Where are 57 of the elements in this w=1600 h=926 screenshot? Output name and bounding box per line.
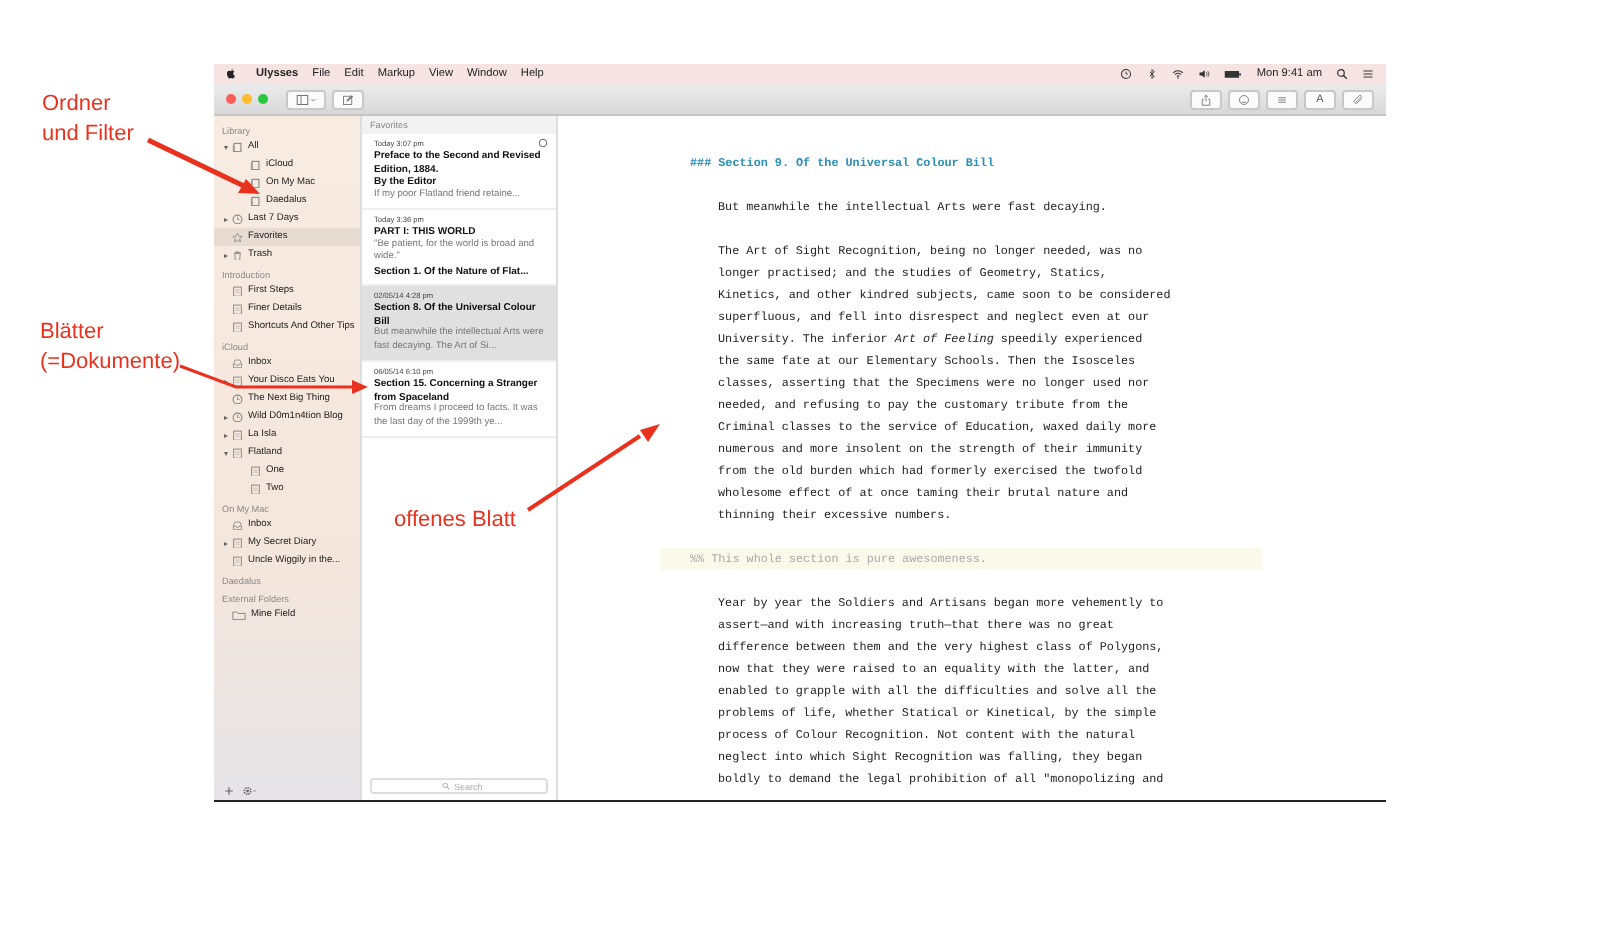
star-icon [232,231,243,243]
paperclip-icon [1352,93,1364,105]
expand-arrow-icon[interactable] [222,253,230,257]
battery-icon[interactable] [1224,68,1243,80]
search-icon [442,782,450,790]
compose-icon [342,93,354,105]
add-icon[interactable] [224,785,234,795]
document-icon [232,375,243,387]
clock-icon [232,411,243,423]
document-icon [232,303,243,315]
info-icon [1238,93,1250,105]
search-icon[interactable] [1336,68,1348,80]
document-icon [232,447,243,459]
share-icon [1200,93,1212,105]
stack-icon [250,177,261,189]
document-icon [232,429,243,441]
document-icon [232,555,243,567]
folder-icon [232,609,246,621]
document-icon [232,321,243,333]
document-icon [250,465,261,477]
trash-icon [232,249,243,261]
share-button[interactable] [1190,89,1222,109]
tray-icon [232,357,243,369]
time-machine-icon[interactable] [1120,68,1133,80]
close-button[interactable] [226,94,236,104]
document-icon [250,483,261,495]
annotation-arrow [146,137,260,194]
document-icon [232,537,243,549]
clock-icon [232,393,243,405]
expand-arrow-icon[interactable] [222,415,230,419]
list-icon [1276,93,1288,105]
annotation-arrow [526,424,660,512]
expand-arrow-icon[interactable] [222,541,230,545]
circle-icon[interactable] [538,138,548,148]
expand-arrow-icon[interactable] [222,217,230,221]
gear-icon[interactable] [242,785,258,795]
annotation-label: Blätter (=Dokumente) [40,318,181,378]
compose-button[interactable] [332,89,364,109]
sidebar-toggle-button[interactable] [286,89,326,109]
document-icon [232,285,243,297]
volume-icon[interactable] [1198,68,1211,80]
wifi-icon[interactable] [1172,68,1185,80]
stack-icon [232,141,243,153]
collapse-arrow-icon[interactable] [222,451,230,455]
clock-icon [232,213,243,225]
list-icon[interactable] [1362,68,1374,80]
stack-icon [250,159,261,171]
expand-arrow-icon[interactable] [222,433,230,437]
annotation-label: offenes Blatt [394,506,516,536]
collapse-arrow-icon[interactable] [222,145,230,149]
apple-logo-icon[interactable] [226,68,236,80]
annotation-label: Ordner und Filter [42,90,134,150]
tray-icon [232,519,243,531]
sidebar-icon [295,93,317,105]
bluetooth-icon[interactable] [1146,68,1159,80]
info-button[interactable] [1228,89,1260,109]
stack-icon [250,195,261,207]
